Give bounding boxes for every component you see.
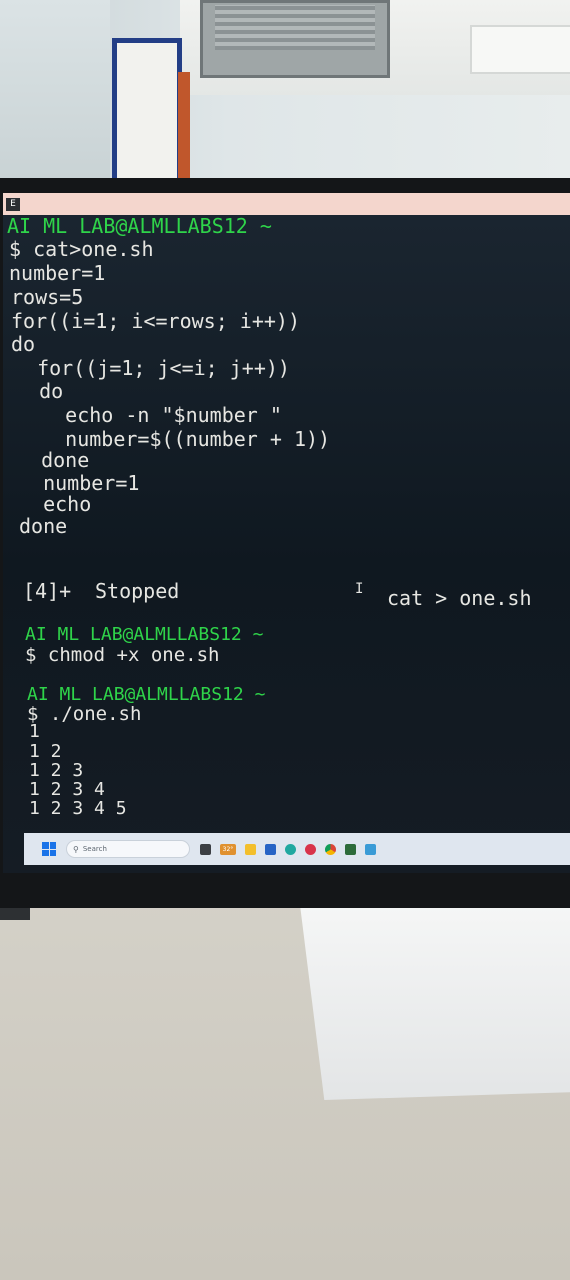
script-line: number=1 (19, 471, 140, 495)
output-line: 1 2 3 4 (29, 779, 105, 800)
prompt-line: AI ML LAB@ALMLLABS12 ~ (7, 214, 272, 238)
edge-icon[interactable] (285, 843, 296, 855)
terminal-window[interactable]: E AI ML LAB@ALMLLABS12 ~ $ cat>one.sh nu… (3, 193, 570, 873)
output-line: 1 2 (29, 741, 62, 762)
chrome-icon[interactable] (325, 843, 336, 855)
script-line: number=$((number + 1)) (17, 427, 331, 451)
job-command: cat > one.sh (387, 586, 532, 610)
ceiling-light (470, 25, 570, 74)
script-line: done (17, 448, 90, 472)
taskbar: ⚲ Search 32° (24, 833, 570, 865)
output-line: 1 2 3 (29, 760, 84, 781)
file-explorer-icon[interactable] (245, 843, 256, 855)
notice-board (112, 38, 182, 198)
terminal-icon: E (6, 197, 20, 211)
office-icon[interactable] (305, 843, 316, 855)
task-view-icon[interactable] (200, 843, 211, 855)
script-line: number=1 (9, 261, 106, 285)
app-icon[interactable] (365, 843, 376, 855)
command-line: $ cat>one.sh (9, 237, 154, 261)
search-icon: ⚲ (73, 844, 79, 854)
search-placeholder: Search (82, 845, 107, 853)
output-line: 1 (29, 721, 40, 742)
script-line: do (11, 332, 36, 356)
taskbar-search[interactable]: ⚲ Search (66, 840, 190, 858)
board-frame (178, 72, 190, 192)
prompt-line: AI ML LAB@ALMLLABS12 ~ (25, 624, 264, 645)
vent-grille (215, 5, 375, 50)
script-line: do (15, 379, 64, 403)
windows-start-icon[interactable] (42, 842, 56, 856)
terminal-icon[interactable] (345, 843, 356, 855)
output-line: 1 2 3 4 5 (29, 798, 127, 819)
monitor-stand (300, 905, 570, 1100)
job-id: [4]+ (23, 579, 72, 603)
job-state: Stopped (95, 579, 180, 603)
script-line: echo -n "$number " (17, 403, 282, 427)
text-cursor-icon: I (355, 581, 364, 597)
command-line: $ chmod +x one.sh (25, 644, 220, 666)
script-line: done (19, 514, 68, 538)
script-line: for((j=1; j<=i; j++)) (13, 356, 290, 380)
script-line: echo (19, 492, 92, 516)
store-icon[interactable] (265, 843, 276, 855)
script-line: rows=5 (11, 285, 84, 309)
weather-widget[interactable]: 32° (220, 843, 236, 855)
left-wall (0, 0, 110, 200)
script-line: for((i=1; i<=rows; i++)) (11, 309, 300, 333)
command-line: $ ./one.sh (27, 703, 142, 725)
terminal-titlebar[interactable]: E (3, 193, 570, 215)
